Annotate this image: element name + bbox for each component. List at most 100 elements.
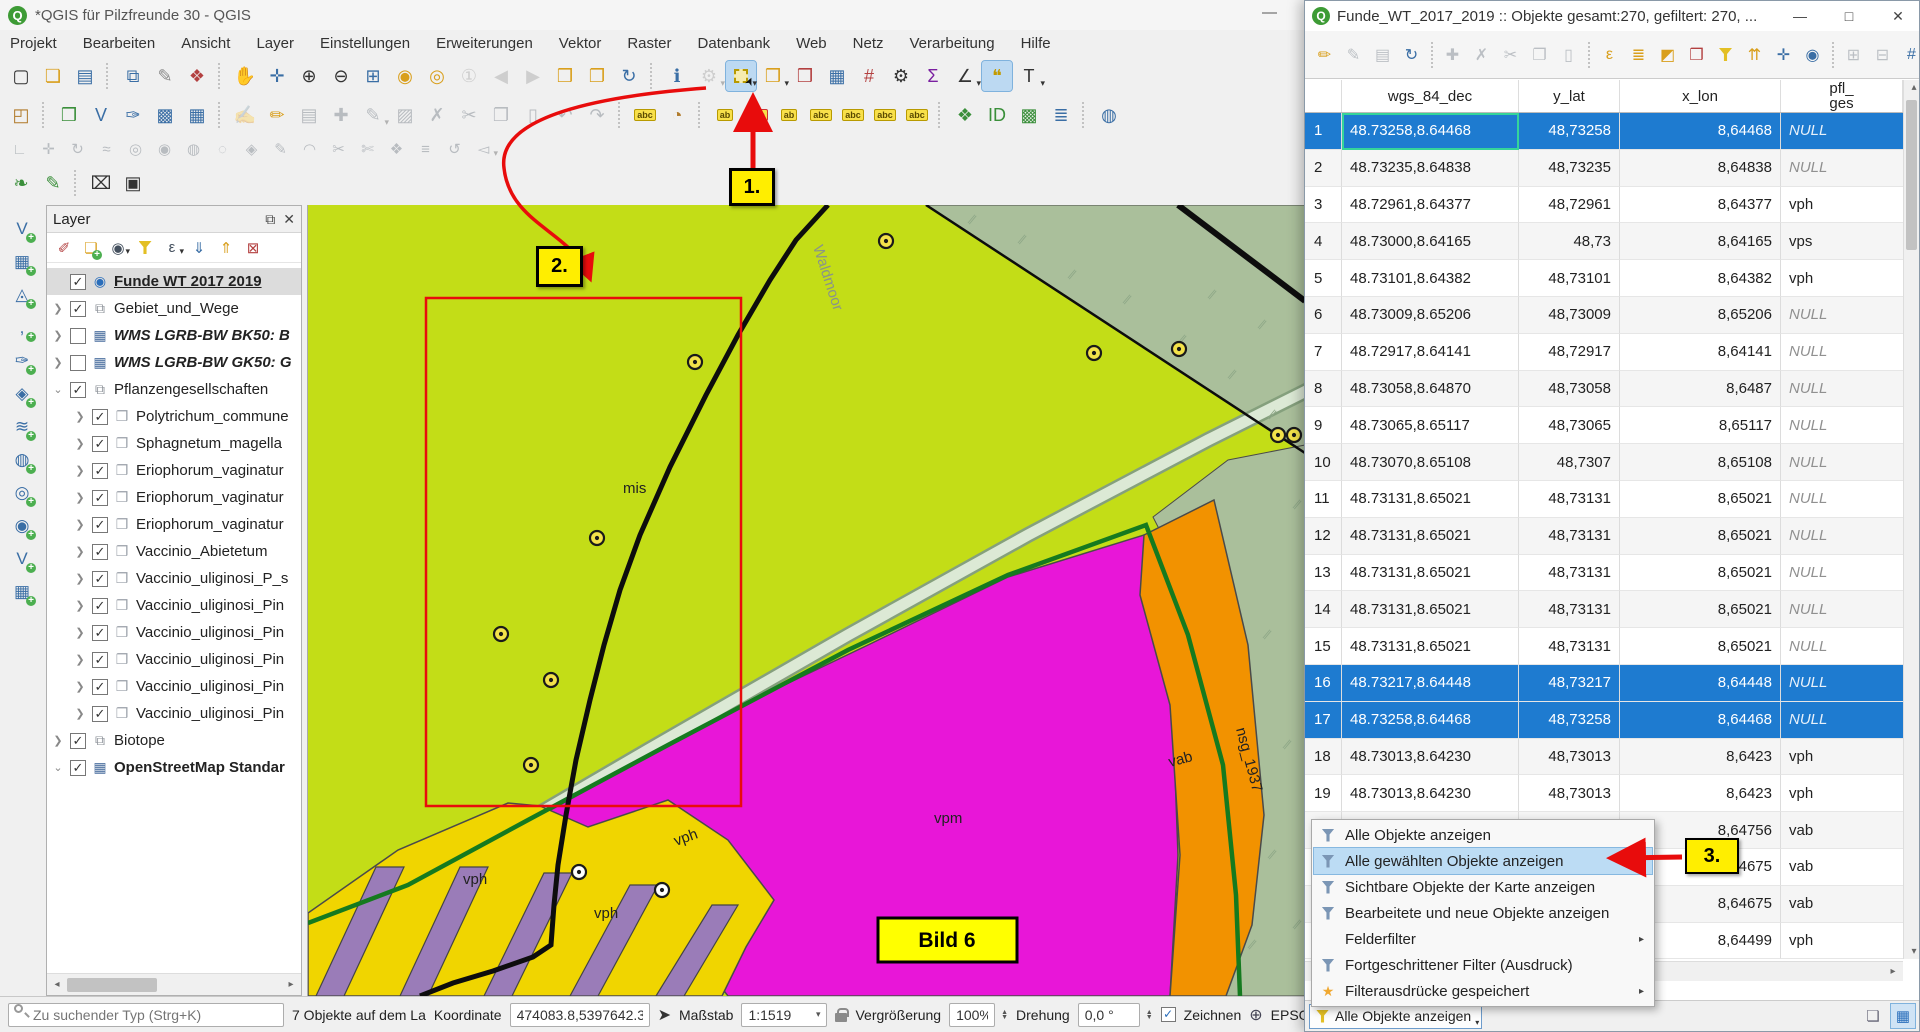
expand-icon[interactable]: ❯ — [73, 626, 87, 639]
cell-ylat[interactable]: 48,73 — [1519, 223, 1620, 260]
cell-wgs[interactable]: 48.73131,8.65021 — [1342, 481, 1519, 518]
plugin-quickmap-button[interactable]: ❖ — [950, 100, 980, 130]
expand-all-button[interactable]: ⇓ — [188, 237, 210, 259]
rotate-point-symbols-button[interactable]: ↺ — [441, 137, 468, 161]
layer-item[interactable]: ⌄✓⧉Pflanzengesellschaften — [47, 376, 301, 403]
context-menu-item[interactable]: Alle Objekte anzeigen — [1314, 822, 1652, 848]
merge-features-button[interactable]: ❖ — [383, 137, 410, 161]
cell-num[interactable]: 18 — [1305, 739, 1342, 776]
scroll-down-icon[interactable]: ▾ — [1904, 946, 1920, 957]
run-feature-action-button[interactable]: ⚙ — [694, 61, 724, 91]
modify-attributes-button[interactable]: ▨ — [390, 100, 420, 130]
cell-wgs[interactable]: 48.73131,8.65021 — [1342, 518, 1519, 555]
cell-pfl[interactable]: NULL — [1781, 150, 1903, 187]
map-tips-button[interactable]: ❝ — [982, 61, 1012, 91]
expand-icon[interactable]: ❯ — [73, 518, 87, 531]
split-features-button[interactable]: ✂ — [325, 137, 352, 161]
cell-pfl[interactable]: NULL — [1781, 555, 1903, 592]
table-row[interactable]: 1548.73131,8.6502148,731318,65021NULL — [1305, 628, 1903, 665]
column-header[interactable] — [1305, 80, 1342, 112]
cell-wgs[interactable]: 48.73009,8.65206 — [1342, 297, 1519, 334]
layer-item[interactable]: ⌄✓▦OpenStreetMap Standar — [47, 754, 301, 781]
table-row[interactable]: 1648.73217,8.6444848,732178,64448NULL — [1305, 665, 1903, 702]
save-project-button[interactable]: ▤ — [70, 61, 100, 91]
context-menu-item[interactable]: ★Filterausdrücke gespeichert▸ — [1314, 978, 1652, 1004]
menu-bearbeiten[interactable]: Bearbeiten — [83, 35, 156, 52]
cell-num[interactable]: 13 — [1305, 555, 1342, 592]
cell-pfl[interactable]: vph — [1781, 260, 1903, 297]
cell-num[interactable]: 17 — [1305, 702, 1342, 739]
table-row[interactable]: 248.73235,8.6483848,732358,64838NULL — [1305, 150, 1903, 187]
table-row[interactable]: 748.72917,8.6414148,729178,64141NULL — [1305, 334, 1903, 371]
zoom-to-selection-button[interactable]: ◉ — [1799, 41, 1826, 68]
cell-ylat[interactable]: 48,72961 — [1519, 187, 1620, 224]
layer-item[interactable]: ❯✓❐Vaccinio_uliginosi_Pin — [47, 619, 301, 646]
cell-ylat[interactable]: 48,73131 — [1519, 591, 1620, 628]
table-row[interactable]: 1048.73070,8.6510848,73078,65108NULL — [1305, 444, 1903, 481]
add-group-button[interactable]: ❏ — [80, 237, 102, 259]
select-all-button[interactable]: ≣ — [1625, 41, 1652, 68]
text-annotation-button[interactable]: T — [1014, 61, 1044, 91]
delete-selected-button[interactable]: ✗ — [1468, 41, 1495, 68]
cell-wgs[interactable]: 48.73258,8.64468 — [1342, 113, 1519, 150]
menu-einstellungen[interactable]: Einstellungen — [320, 35, 410, 52]
split-parts-button[interactable]: ✄ — [354, 137, 381, 161]
cell-xlon[interactable]: 8,64838 — [1620, 150, 1781, 187]
table-row[interactable]: 1448.73131,8.6502148,731318,65021NULL — [1305, 591, 1903, 628]
cell-xlon[interactable]: 8,65117 — [1620, 407, 1781, 444]
layer-diagram-button[interactable]: ◔ — [662, 100, 692, 130]
add-virtual-layer-button[interactable]: V — [8, 546, 36, 572]
attribute-table-vscrollbar[interactable]: ▴ ▾ — [1903, 80, 1919, 959]
scrollbar-thumb[interactable] — [67, 978, 157, 992]
layer-checkbox[interactable]: ✓ — [92, 463, 108, 479]
extent-pointer-icon[interactable]: ➤ — [658, 1005, 671, 1025]
deselect-all-button[interactable]: ❒ — [1683, 41, 1710, 68]
label-rotate-button[interactable]: abc — [870, 100, 900, 130]
save-layer-edits-button[interactable]: ▤ — [294, 100, 324, 130]
cell-pfl[interactable]: NULL — [1781, 628, 1903, 665]
collapse-all-button[interactable]: ⇑ — [215, 237, 237, 259]
locator-search-input[interactable] — [8, 1003, 284, 1027]
cell-num[interactable]: 4 — [1305, 223, 1342, 260]
pan-map-button[interactable]: ✋ — [230, 61, 260, 91]
cell-xlon[interactable]: 8,65108 — [1620, 444, 1781, 481]
layer-checkbox[interactable]: ✓ — [92, 490, 108, 506]
statistics-panel-button[interactable]: Σ — [918, 61, 948, 91]
plugin-sketch-button[interactable]: ✎ — [38, 168, 68, 198]
new-virtual-layer-button[interactable]: ▦ — [182, 100, 212, 130]
undo-button[interactable]: ↶ — [550, 100, 580, 130]
paste-features-button[interactable]: ▯ — [518, 100, 548, 130]
cell-wgs[interactable]: 48.73235,8.64838 — [1342, 150, 1519, 187]
layer-checkbox[interactable] — [70, 328, 86, 344]
delete-ring-button[interactable]: ◌ — [209, 137, 236, 161]
cell-pfl[interactable]: NULL — [1781, 665, 1903, 702]
add-sqlite-button[interactable]: ◈ — [8, 381, 36, 407]
render-checkbox[interactable]: ✓ — [1161, 1007, 1176, 1022]
cell-pfl[interactable]: vph — [1781, 739, 1903, 776]
cell-num[interactable]: 16 — [1305, 665, 1342, 702]
add-wms-button[interactable]: ◍ — [8, 447, 36, 473]
table-row[interactable]: 448.73000,8.6416548,738,64165vps — [1305, 223, 1903, 260]
cell-num[interactable]: 11 — [1305, 481, 1342, 518]
current-edits-button[interactable]: ✍ — [230, 100, 260, 130]
table-view-toggle[interactable]: ▦ — [1891, 1004, 1915, 1028]
cell-xlon[interactable]: 8,6487 — [1620, 371, 1781, 408]
cell-xlon[interactable]: 8,64141 — [1620, 334, 1781, 371]
cell-ylat[interactable]: 48,72917 — [1519, 334, 1620, 371]
cell-pfl[interactable]: NULL — [1781, 334, 1903, 371]
cell-wgs[interactable]: 48.73131,8.65021 — [1342, 555, 1519, 592]
label-toggle-button[interactable]: ab — [774, 100, 804, 130]
context-menu-item[interactable]: Bearbeitete und neue Objekte anzeigen — [1314, 900, 1652, 926]
reload-button[interactable]: ↻ — [1398, 41, 1425, 68]
column-header[interactable]: x_lon — [1620, 80, 1781, 112]
magnifier-input[interactable] — [949, 1003, 995, 1027]
new-bookmark-button[interactable]: ❒ — [550, 61, 580, 91]
zoom-full-button[interactable]: ⊞ — [358, 61, 388, 91]
menu-layer[interactable]: Layer — [256, 35, 294, 52]
context-menu-item[interactable]: Alle gewählten Objekte anzeigen — [1314, 848, 1652, 874]
new-field-button[interactable]: ⊞ — [1840, 41, 1867, 68]
layer-checkbox[interactable]: ✓ — [70, 274, 86, 290]
vertex-tool-button[interactable]: ✎ — [358, 100, 388, 130]
cell-num[interactable]: 9 — [1305, 407, 1342, 444]
table-row[interactable]: 548.73101,8.6438248,731018,64382vph — [1305, 260, 1903, 297]
